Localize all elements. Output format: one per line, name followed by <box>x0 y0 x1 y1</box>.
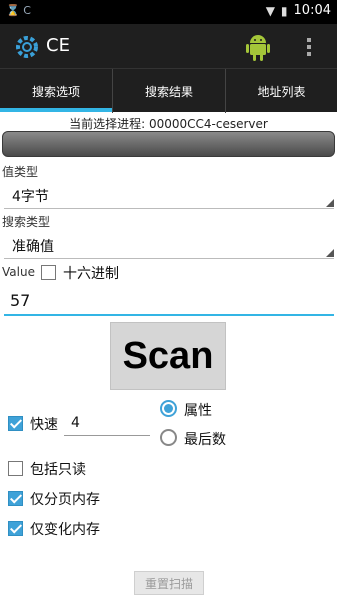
hex-checkbox[interactable] <box>41 265 56 280</box>
signal-icon: ▼ <box>265 3 275 18</box>
reset-scan-button[interactable]: 重置扫描 <box>134 571 204 595</box>
fast-input[interactable]: 4 <box>64 412 150 436</box>
action-bar: CE <box>0 24 337 68</box>
search-type-selected: 准确值 <box>12 239 54 255</box>
radio-last-value[interactable] <box>160 429 177 446</box>
search-type-dropdown[interactable]: 准确值 <box>4 233 334 259</box>
app-title: CE <box>46 35 70 56</box>
value-input[interactable]: 57 <box>4 288 334 316</box>
search-type-label: 搜索类型 <box>2 215 51 229</box>
paged-memory-checkbox[interactable] <box>8 491 23 506</box>
tab-search-results[interactable]: 搜索结果 <box>112 69 225 113</box>
changed-memory-checkbox[interactable] <box>8 521 23 536</box>
radio-attribute-label: 属性 <box>184 403 212 419</box>
dropdown-arrow-icon <box>326 249 334 257</box>
fast-checkbox[interactable] <box>8 416 23 431</box>
gear-icon[interactable] <box>14 34 40 60</box>
include-readonly-checkbox[interactable] <box>8 461 23 476</box>
process-label: 当前选择进程: 00000CC4-ceserver <box>69 117 268 131</box>
battery-icon: ▮ <box>280 3 288 18</box>
value-label: Value <box>2 265 35 279</box>
fast-label: 快速 <box>30 417 58 433</box>
process-select-button[interactable] <box>2 131 335 157</box>
changed-memory-label: 仅变化内存 <box>30 522 100 538</box>
android-icon[interactable] <box>244 32 272 62</box>
overflow-menu-icon[interactable] <box>306 36 312 58</box>
value-type-selected: 4字节 <box>12 189 49 205</box>
radio-attribute[interactable] <box>160 400 177 417</box>
scan-button[interactable]: Scan <box>110 322 226 390</box>
dropdown-arrow-icon <box>326 199 334 207</box>
hex-label: 十六进制 <box>63 266 119 282</box>
radio-last-value-label: 最后数 <box>184 432 226 448</box>
paged-memory-label: 仅分页内存 <box>30 492 100 508</box>
active-tab-indicator <box>0 108 112 112</box>
value-type-label: 值类型 <box>2 165 39 179</box>
include-readonly-label: 包括只读 <box>30 462 86 478</box>
status-bar: ⌛ C ▼ ▮ 10:04 <box>0 0 337 24</box>
tab-address-list[interactable]: 地址列表 <box>225 69 337 113</box>
value-type-dropdown[interactable]: 4字节 <box>4 183 334 209</box>
status-left-text: ⌛ C <box>6 4 31 17</box>
status-time: 10:04 <box>293 3 331 18</box>
status-right: ▼ ▮ 10:04 <box>266 3 331 18</box>
tab-search-options[interactable]: 搜索选项 <box>0 69 112 113</box>
tab-bar: 搜索选项 搜索结果 地址列表 <box>0 68 337 113</box>
